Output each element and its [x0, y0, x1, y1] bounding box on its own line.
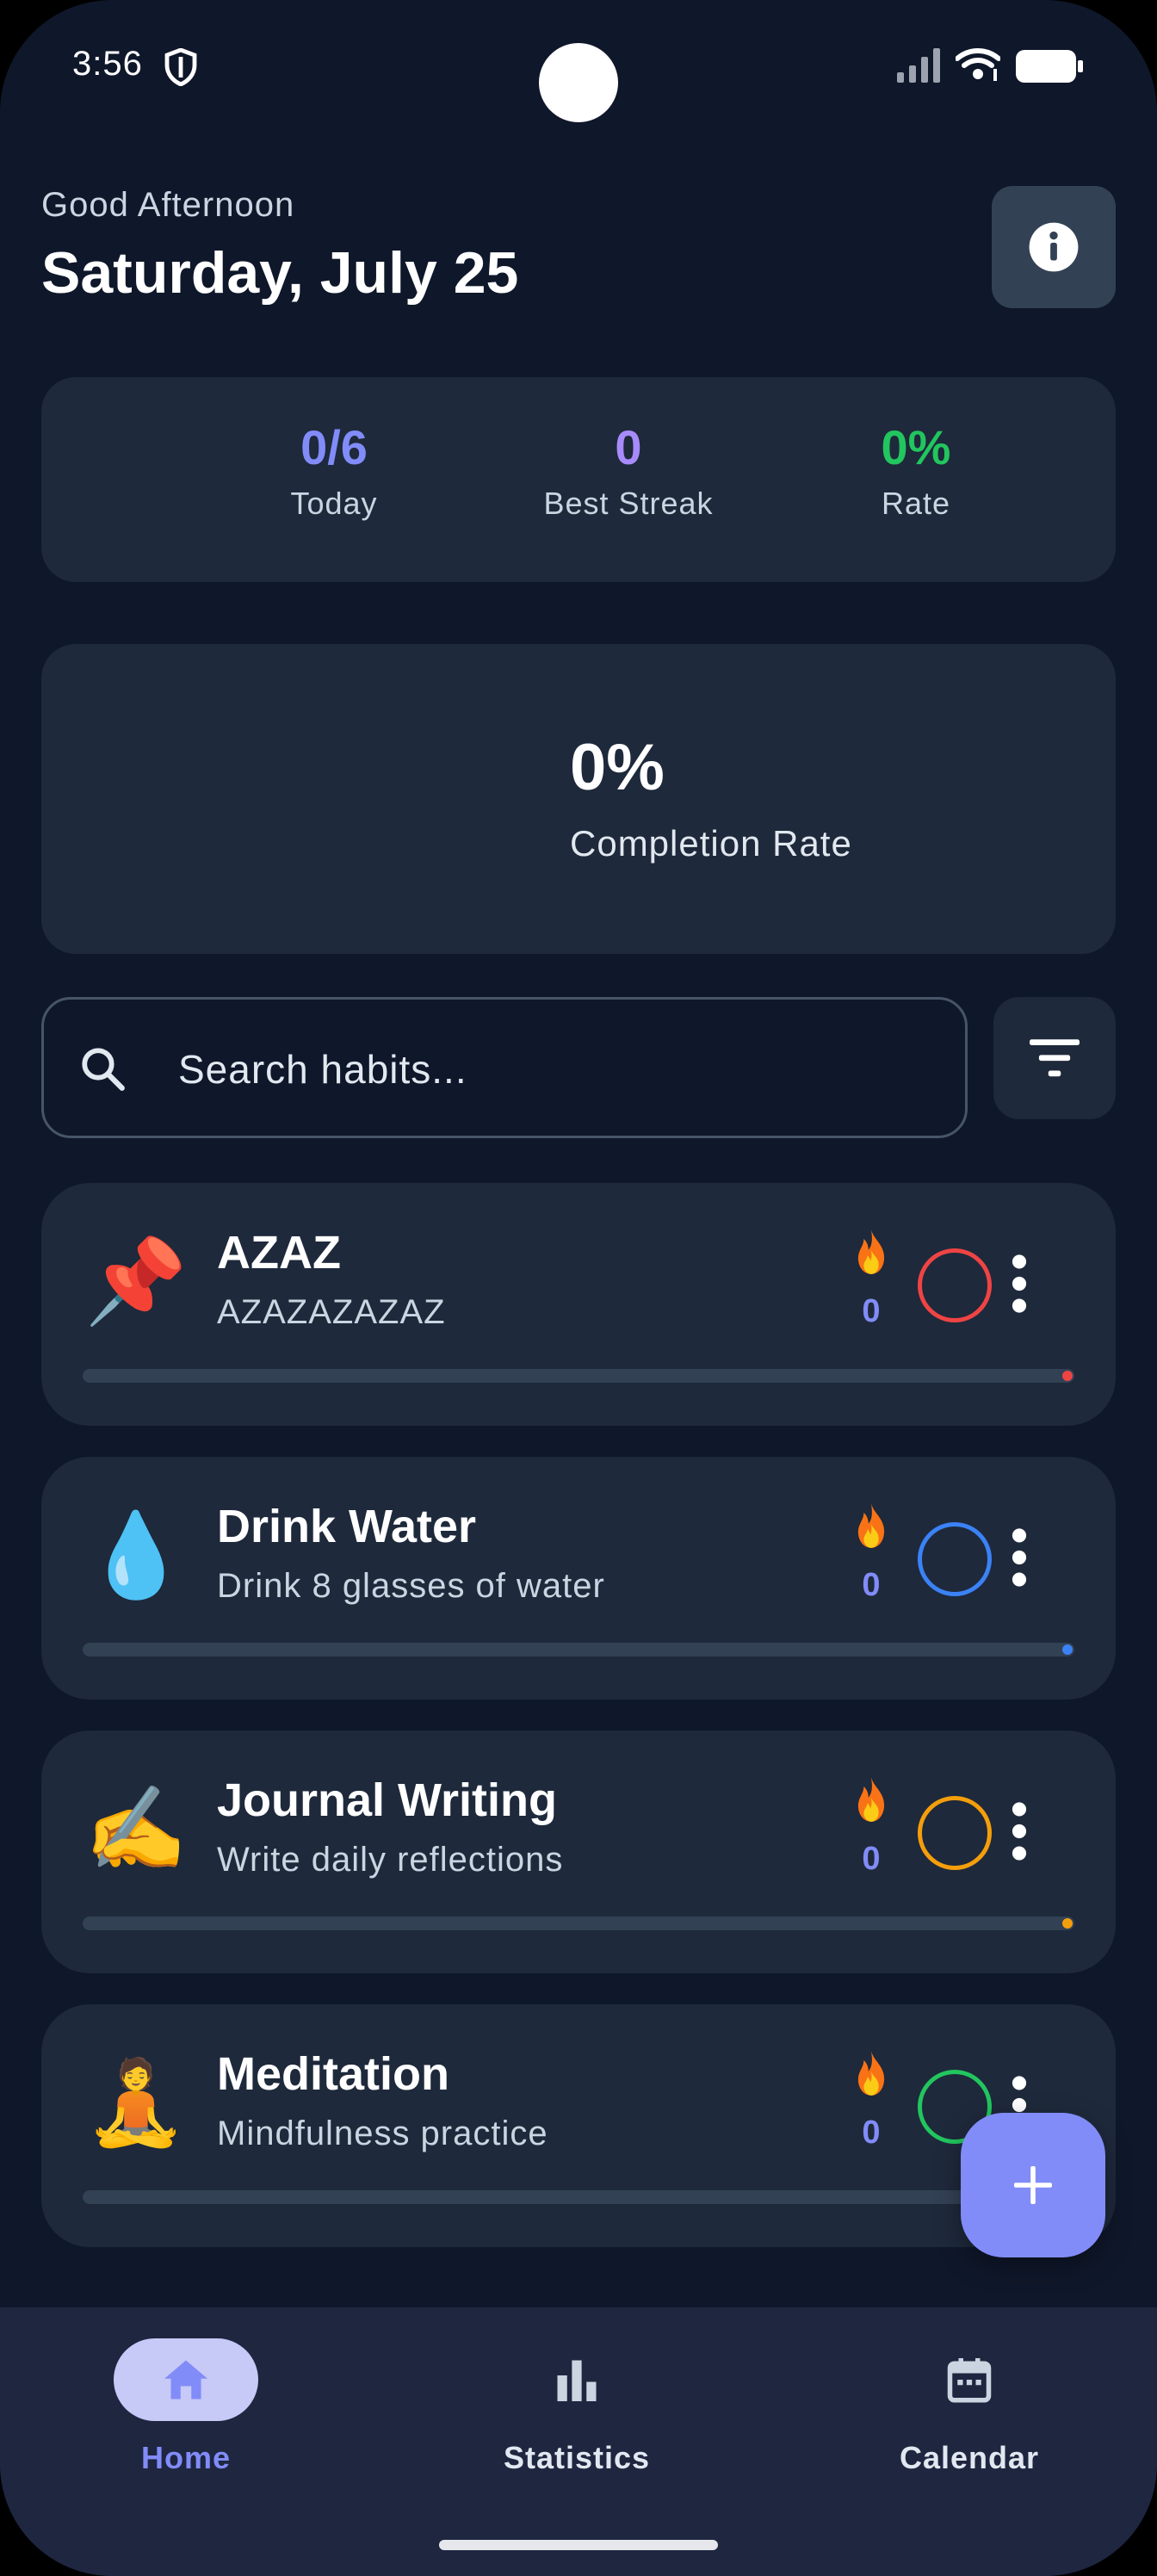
status-time: 3:56: [72, 45, 143, 83]
nav-item-calendar[interactable]: Calendar: [857, 2338, 1081, 2476]
habit-progress-bar: [83, 1369, 1074, 1383]
habit-streak-count: 0: [862, 1293, 881, 1329]
calendar-icon: [947, 2358, 992, 2403]
habit-description: Drink 8 glasses of water: [217, 1567, 605, 1605]
habit-streak-count: 0: [862, 1841, 881, 1877]
search-icon: [82, 1048, 125, 1091]
habit-progress-bar: [83, 2190, 1074, 2204]
signal-icon: [897, 48, 940, 83]
completion-rate-value: 0%: [570, 731, 665, 804]
habit-description: AZAZAZAZAZ: [217, 1293, 446, 1331]
plus-icon: [1014, 2166, 1052, 2204]
home-icon: [164, 2360, 207, 2400]
stat-best-streak-value: 0: [615, 420, 642, 474]
habit-card[interactable]: 💧 Drink Water Drink 8 glasses of water 0: [41, 1457, 1116, 1700]
nav-statistics-indicator: [504, 2338, 649, 2421]
nav-label-home: Home: [140, 2440, 232, 2475]
pushpin-icon: 📌: [84, 1235, 188, 1328]
habit-streak-count: 0: [862, 2115, 881, 2151]
habit-name: AZAZ: [217, 1227, 341, 1279]
search-bar[interactable]: [41, 997, 968, 1138]
stat-best-streak-label: Best Streak: [543, 486, 714, 521]
filter-icon: [1030, 1039, 1080, 1077]
habit-name: Drink Water: [217, 1501, 477, 1552]
greeting: Good Afternoon: [41, 186, 295, 224]
habit-progress-marker: [1062, 1371, 1073, 1381]
habit-complete-toggle[interactable]: [918, 1248, 992, 1322]
fire-icon: [857, 1503, 885, 1548]
page-title: Saturday, July 25: [41, 240, 519, 306]
search-input[interactable]: [176, 1031, 920, 1108]
stat-rate-value: 0%: [881, 420, 951, 474]
bottom-navigation: Home Statistics Calendar: [0, 2307, 1157, 2576]
stat-best-streak: 0 Best Streak: [491, 420, 766, 522]
stat-today-label: Today: [290, 486, 378, 521]
habit-card[interactable]: ✍️ Journal Writing Write daily reflectio…: [41, 1731, 1116, 1973]
habit-progress-marker: [1062, 1918, 1073, 1929]
bar-chart-icon: [557, 2360, 597, 2401]
habit-progress-bar: [83, 1643, 1074, 1656]
habit-description: Write daily reflections: [217, 1841, 564, 1879]
stat-rate: 0% Rate: [778, 420, 1054, 522]
home-indicator[interactable]: [439, 2540, 718, 2550]
nav-calendar-indicator: [897, 2338, 1042, 2421]
nav-home-indicator: [114, 2338, 258, 2421]
fire-icon: [857, 2051, 885, 2096]
info-button[interactable]: [992, 186, 1116, 308]
habit-complete-toggle[interactable]: [918, 1796, 992, 1870]
summary-stats-card: 0/6 Today 0 Best Streak 0% Rate: [41, 377, 1116, 582]
app-screen: 3:56 Good Afternoon Saturday, July 25 0/…: [0, 0, 1157, 2576]
habit-complete-toggle[interactable]: [918, 1522, 992, 1596]
info-icon: [1029, 222, 1079, 272]
nav-item-home[interactable]: Home: [74, 2338, 298, 2476]
fire-icon: [857, 1777, 885, 1822]
add-habit-button[interactable]: [961, 2113, 1105, 2257]
shield-icon: [164, 48, 197, 86]
completion-rate-label: Completion Rate: [570, 823, 852, 864]
more-vert-icon[interactable]: [1007, 1801, 1031, 1861]
more-vert-icon[interactable]: [1007, 1527, 1031, 1588]
nav-item-statistics[interactable]: Statistics: [465, 2338, 689, 2476]
habit-progress-bar: [83, 1917, 1074, 1930]
completion-rate-card: 0% Completion Rate: [41, 644, 1116, 954]
writing-hand-icon: ✍️: [84, 1783, 188, 1875]
habit-card[interactable]: 📌 AZAZ AZAZAZAZAZ 0: [41, 1183, 1116, 1426]
habit-card[interactable]: 🧘 Meditation Mindfulness practice 0: [41, 2004, 1116, 2247]
nav-label-statistics: Statistics: [503, 2440, 651, 2475]
habit-name: Meditation: [217, 2048, 449, 2100]
habit-progress-marker: [1062, 1644, 1073, 1655]
camera-cutout: [539, 43, 618, 122]
meditation-icon: 🧘: [84, 2057, 188, 2149]
status-bar: 3:56: [0, 0, 1157, 138]
stat-today: 0/6 Today: [196, 420, 472, 522]
stat-rate-label: Rate: [881, 486, 951, 521]
nav-label-calendar: Calendar: [899, 2440, 1040, 2475]
habit-streak-count: 0: [862, 1567, 881, 1603]
filter-button[interactable]: [993, 997, 1116, 1119]
more-vert-icon[interactable]: [1007, 1254, 1031, 1314]
habit-description: Mindfulness practice: [217, 2115, 548, 2152]
droplet-icon: 💧: [84, 1509, 188, 1601]
wifi-icon: [956, 48, 1000, 81]
habit-name: Journal Writing: [217, 1774, 558, 1826]
stat-today-value: 0/6: [300, 420, 368, 474]
fire-icon: [857, 1229, 885, 1274]
battery-icon: [1016, 50, 1083, 83]
